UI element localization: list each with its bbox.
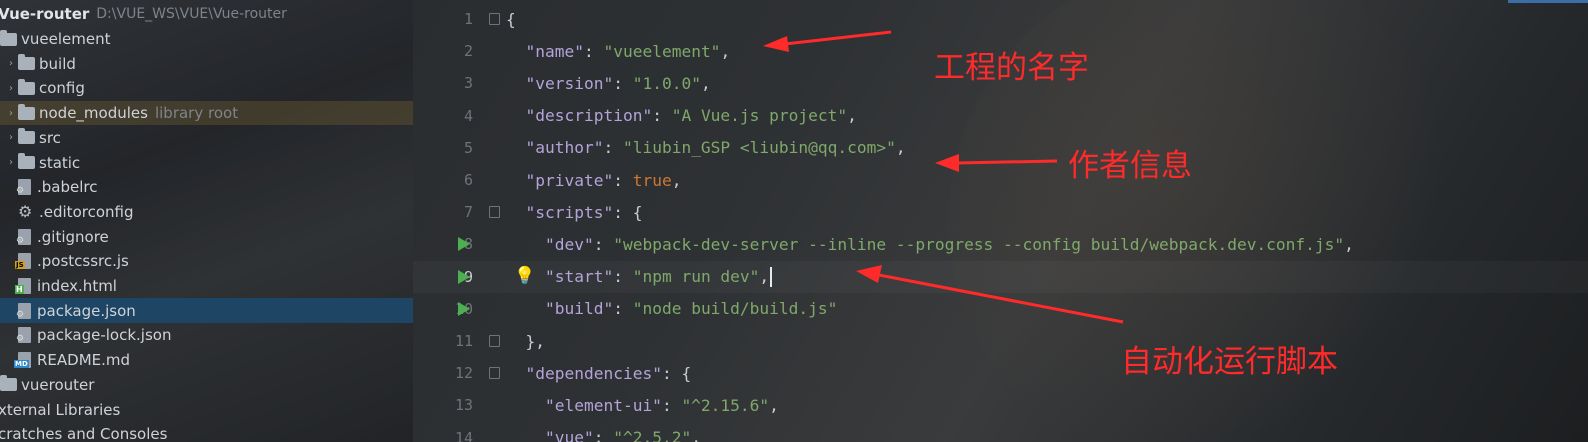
- tree-item-label: xternal Libraries: [0, 400, 121, 419]
- tree-item-label: package-lock.json: [37, 326, 172, 345]
- code-editor[interactable]: 1 2 3 4 5 6 7 8 9 💡 10 11 12 13 14 { "name": "vueeleme…: [413, 0, 1588, 442]
- tree-item-label: vuerouter: [21, 375, 95, 394]
- expand-arrow-icon[interactable]: ›: [4, 108, 18, 119]
- project-tree-panel: Vue-router D:\VUE_WS\VUE\Vue-router ›vue…: [0, 0, 413, 442]
- tree-item-label: cratches and Consoles: [0, 425, 168, 442]
- tree-item-editorconfig[interactable]: ⚙ .editorconfig: [0, 200, 413, 225]
- html-file-icon: [15, 278, 31, 295]
- expand-arrow-icon[interactable]: ›: [4, 157, 18, 168]
- config-file-icon: [16, 327, 31, 344]
- tree-item-index-html[interactable]: index.html: [0, 274, 413, 299]
- root-name: Vue-router: [0, 5, 90, 24]
- tree-item-label: vueelement: [21, 30, 111, 49]
- tree-item-label: .postcssrc.js: [37, 252, 129, 271]
- js-file-icon: [15, 253, 31, 270]
- tree-item-gitignore[interactable]: .gitignore: [0, 224, 413, 249]
- expand-arrow-icon[interactable]: ›: [4, 132, 18, 143]
- folder-icon: [18, 78, 35, 95]
- gear-icon: ⚙: [18, 201, 33, 221]
- root-path: D:\VUE_WS\VUE\Vue-router: [96, 6, 287, 23]
- folder-icon: [18, 128, 35, 145]
- tree-item-label: static: [39, 153, 81, 172]
- folder-icon: [0, 29, 17, 46]
- tree-item-label: README.md: [37, 351, 131, 370]
- tree-item-vuerouter[interactable]: ›vuerouter: [0, 373, 413, 398]
- expand-arrow-icon[interactable]: ›: [4, 58, 18, 69]
- tree-item-note: library root: [154, 104, 239, 123]
- tree-item-vueelement[interactable]: ›vueelement: [0, 27, 413, 52]
- config-file-icon: [16, 179, 31, 196]
- tree-item-cratches-and-consoles[interactable]: ›cratches and Consoles: [0, 422, 413, 442]
- folder-icon: [18, 153, 35, 170]
- config-file-icon: [16, 228, 31, 246]
- folder-icon: [0, 375, 17, 392]
- config-file-icon: [16, 302, 31, 320]
- tree-item-label: config: [39, 79, 85, 98]
- tree-item-label: package.json: [37, 301, 136, 320]
- arrow-name: [763, 30, 892, 52]
- tree-item-static[interactable]: › static: [0, 150, 413, 175]
- tree-item-label: node_modules: [39, 104, 148, 123]
- tree-item-label: .babelrc: [37, 178, 98, 197]
- arrow-scripts: [856, 265, 1124, 324]
- tree-item-label: index.html: [37, 277, 117, 296]
- folder-icon: [18, 54, 35, 71]
- tree-item-label: build: [39, 54, 76, 73]
- tree-item-node-modules[interactable]: › node_modules library root: [0, 100, 413, 126]
- tree-item-label: src: [39, 128, 61, 147]
- arrow-author: [935, 154, 1058, 172]
- tree-item-postcssrc-js[interactable]: .postcssrc.js: [0, 249, 413, 274]
- tree-root-row[interactable]: Vue-router D:\VUE_WS\VUE\Vue-router: [0, 2, 413, 27]
- expand-arrow-icon[interactable]: ›: [4, 83, 18, 94]
- tree-item-build[interactable]: › build: [0, 51, 413, 76]
- annotation-arrows: [763, 30, 1124, 324]
- tree-item-label: .editorconfig: [39, 202, 134, 221]
- markdown-file-icon: [14, 352, 31, 369]
- tree-item-package-lock-json[interactable]: package-lock.json: [0, 323, 413, 348]
- tree-item-package-json[interactable]: package.json: [0, 298, 413, 324]
- folder-icon: [18, 103, 35, 120]
- tree-item-config[interactable]: › config: [0, 76, 413, 101]
- tree-item-xternal-libraries[interactable]: ›xternal Libraries: [0, 397, 413, 422]
- tree-item-src[interactable]: › src: [0, 126, 413, 151]
- tree-item-babelrc[interactable]: .babelrc: [0, 175, 413, 200]
- tree-item-readme-md[interactable]: README.md: [0, 348, 413, 373]
- tree-item-label: .gitignore: [37, 227, 109, 246]
